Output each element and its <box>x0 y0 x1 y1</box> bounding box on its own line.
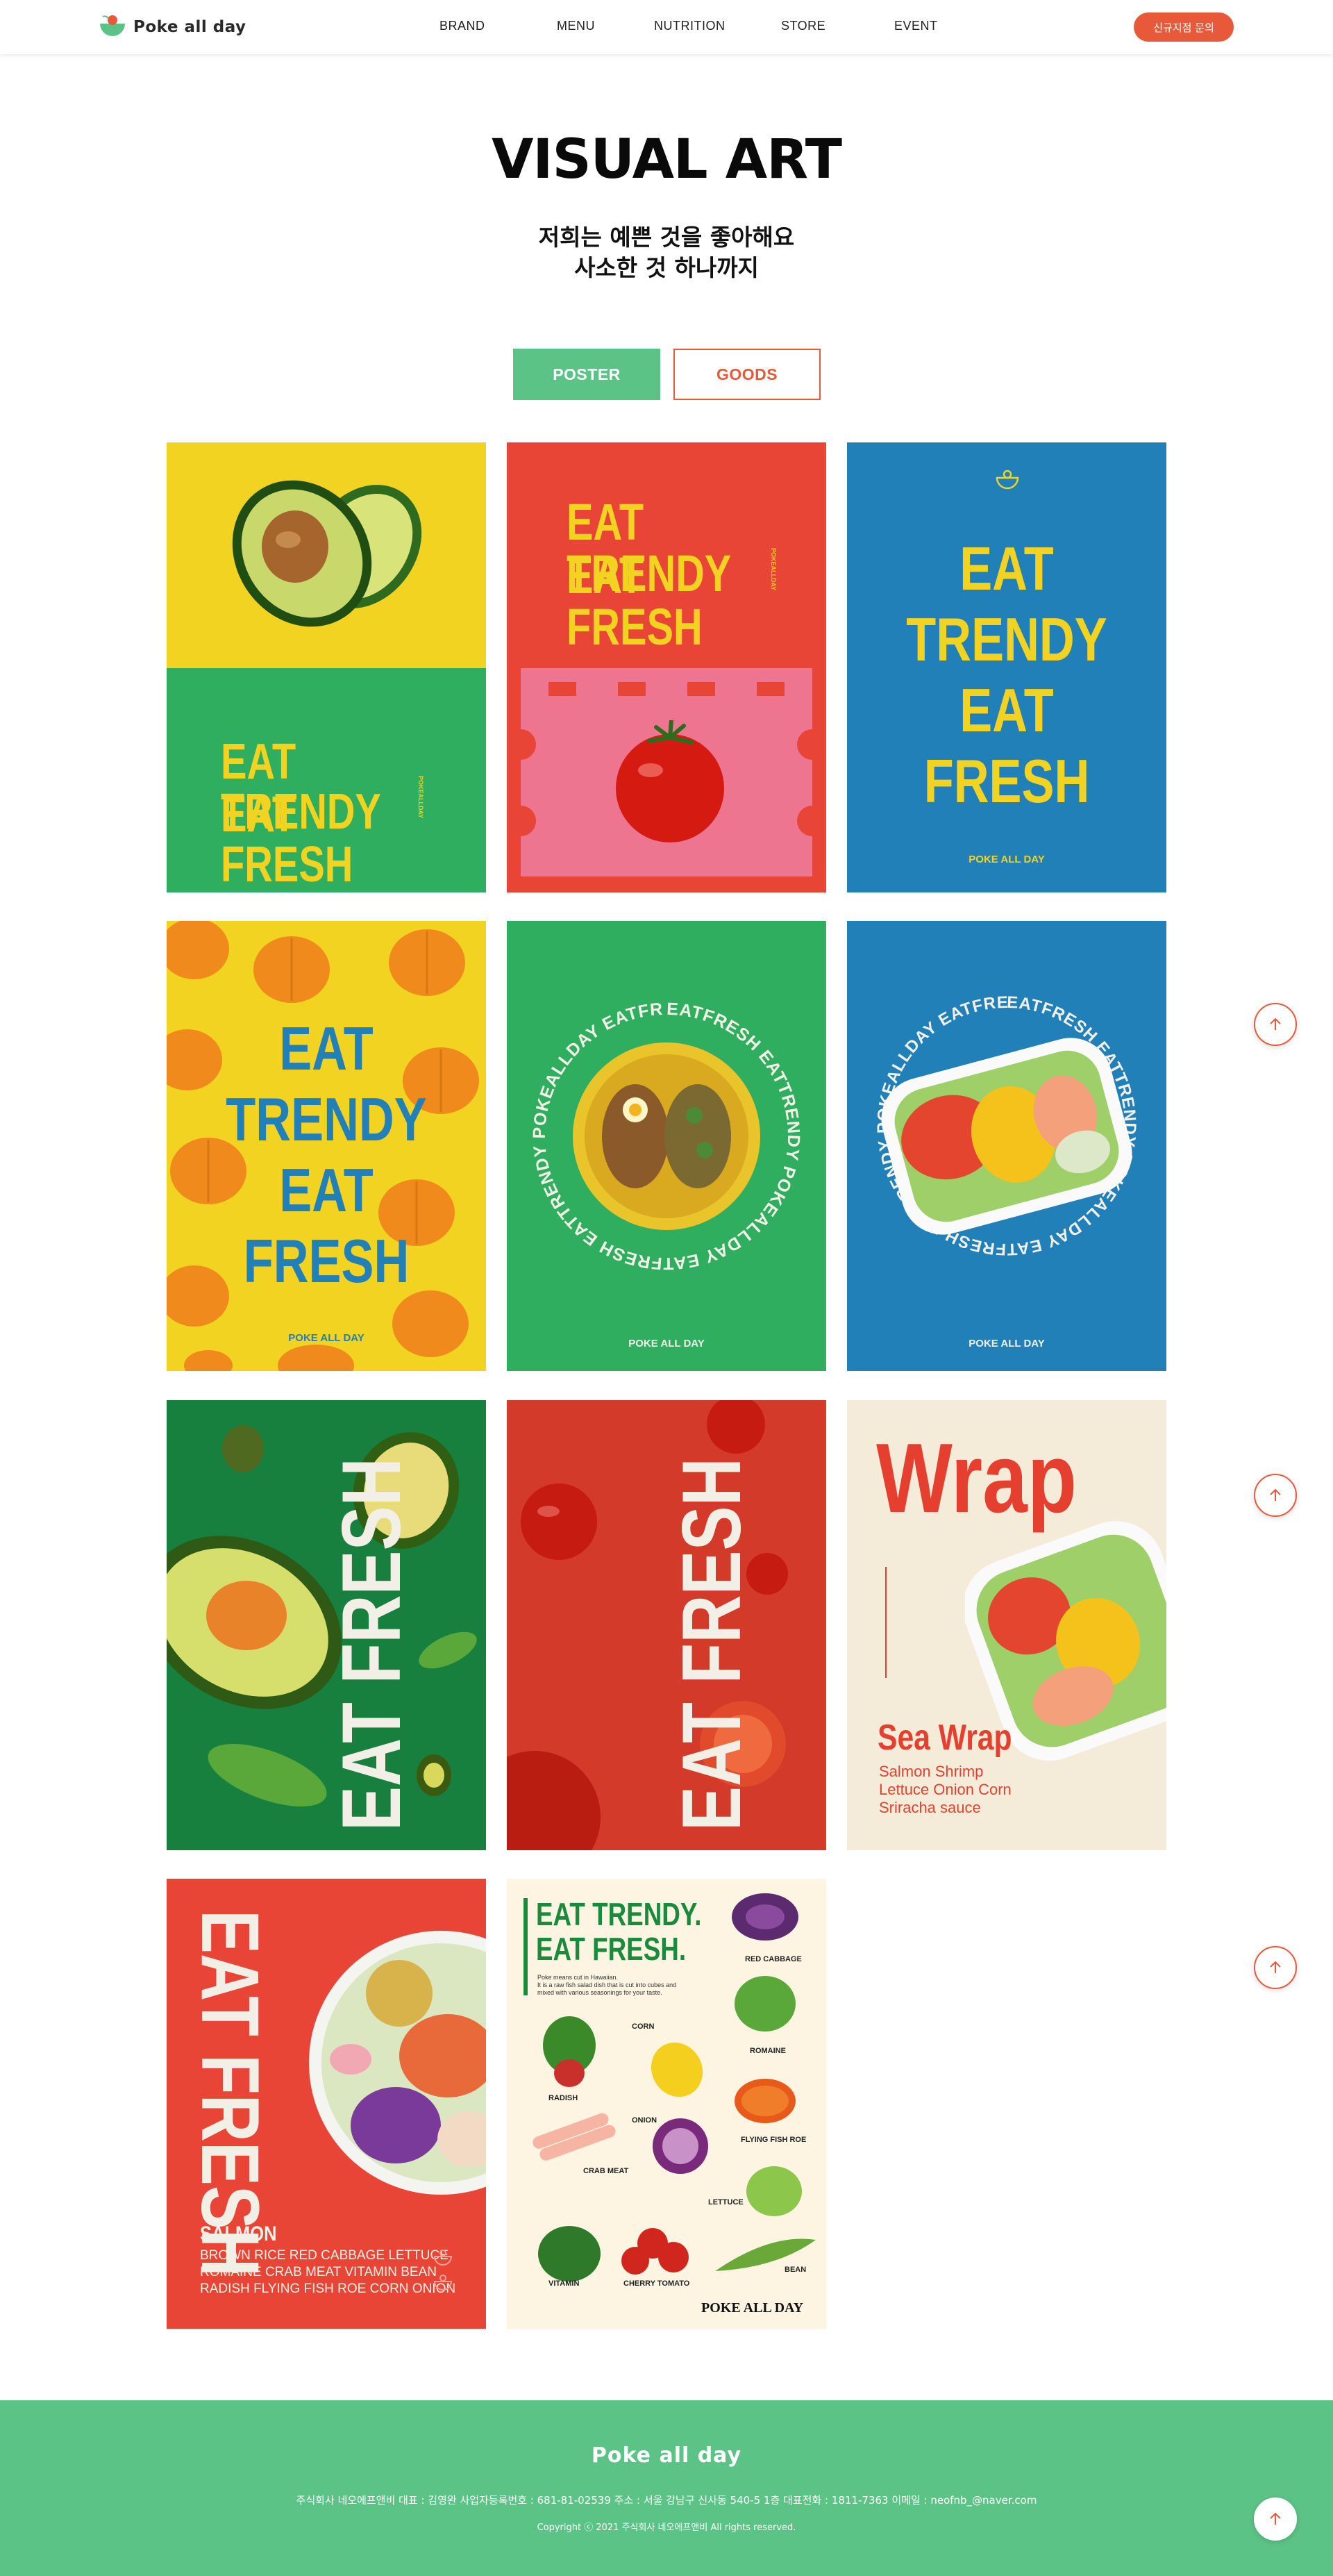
poster-brand: POKE ALL DAY <box>701 2300 804 2316</box>
poster-brand: POKE ALL DAY <box>969 854 1045 865</box>
nav-nutrition[interactable]: NUTRITION <box>654 19 726 33</box>
poster-tomato-red[interactable]: EAT TRENDY EAT FRESH POKEALLDAY <box>507 442 826 892</box>
label-radish: RADISH <box>548 2094 578 2102</box>
poke-bowl-icon <box>100 15 125 36</box>
poster-blue-salad[interactable]: EATFRESH EATTRENDY POKEALLDAY EATFRESH E… <box>847 921 1166 1371</box>
poster-green-plate[interactable]: EATFRESH EATTRENDY POKEALLDAY EATFRESH E… <box>507 921 826 1371</box>
logo-text: Poke all day <box>133 18 246 36</box>
arrow-up-icon <box>1270 2512 1281 2525</box>
arrow-up-icon <box>1270 1961 1281 1973</box>
poster-headline-2: EAT FRESH <box>567 547 703 656</box>
subtitle-line-2: 사소한 것 하나까지 <box>574 254 759 281</box>
poster-ingredients-2: Lettuce Onion Corn <box>879 1781 1012 1798</box>
poster-pumpkins[interactable]: EAT TRENDY EAT FRESH POKE ALL DAY <box>167 921 486 1371</box>
divider-line <box>885 1567 887 1678</box>
site-footer <box>0 2400 1333 2576</box>
label-romaine: ROMAINE <box>750 2047 786 2055</box>
label-red-cabbage: RED CABBAGE <box>745 1955 802 1963</box>
poster-tomato-vertical[interactable]: EAT FRESH <box>507 1400 826 1850</box>
label-onion: ONION <box>632 2116 657 2125</box>
poster-vertical-headline: EAT FRESH <box>184 1910 276 2277</box>
avocado-icon <box>232 480 422 627</box>
poster-word-1: EAT <box>279 1014 374 1083</box>
label-corn: CORN <box>632 2022 655 2031</box>
label-vitamin: VITAMIN <box>548 2279 580 2288</box>
poster-ingredients-1: Salmon Shrimp <box>879 1763 984 1780</box>
poster-ingredients-2: ROMAINE CRAB MEAT VITAMIN BEAN <box>200 2265 437 2279</box>
poster-vertical-headline: EAT FRESH <box>665 1458 758 1831</box>
salad-ring-graphic: EATFRESH EATTRENDY POKEALLDAY EATFRESH E… <box>847 921 1139 1258</box>
nav-store[interactable]: STORE <box>781 19 825 33</box>
salmon-bowl-icon <box>309 1931 486 2195</box>
site-header: Poke all day BRAND MENU NUTRITION STORE … <box>0 0 1333 54</box>
poster-word-3: EAT <box>279 1156 374 1224</box>
poster-headline-2: EAT FRESH <box>221 787 353 892</box>
label-bean: BEAN <box>785 2266 807 2274</box>
poster-brand: POKE ALL DAY <box>969 1338 1045 1349</box>
label-crab-meat: CRAB MEAT <box>583 2167 629 2175</box>
poster-menu-name: Sea Wrap <box>878 1718 1012 1758</box>
tab-poster[interactable]: POSTER <box>513 349 660 400</box>
poster-vertical-headline: EAT FRESH <box>325 1458 418 1831</box>
poke-bowl-icon <box>996 470 1019 490</box>
poster-ingredients-3: RADISH FLYING FISH ROE CORN ONION <box>200 2282 456 2296</box>
poster-ingredients-chart[interactable]: EAT TRENDY. EAT FRESH. Poke means cut in… <box>507 1879 826 2329</box>
poster-salmon[interactable]: EAT FRESH SALMON BROWN RICE RED CABBAGE … <box>167 1879 486 2329</box>
poke-bowl-icon <box>433 2250 453 2291</box>
subtitle-line-1: 저희는 예쁜 것을 좋아해요 <box>538 224 795 251</box>
nav-event[interactable]: EVENT <box>894 19 938 33</box>
nav-menu[interactable]: MENU <box>557 19 595 33</box>
tomato-icon <box>616 720 724 842</box>
plate-ring-graphic: EATFRESH EATTRENDY POKEALLDAY EATFRESH E… <box>507 921 803 1273</box>
poster-word-2: TRENDY <box>906 605 1107 674</box>
footer-copyright: Copyright ⓒ 2021 주식회사 네오에프앤비 All rights … <box>537 2523 796 2533</box>
poster-word-3: EAT <box>959 676 1054 745</box>
poster-brand: POKE ALL DAY <box>288 1332 364 1344</box>
poster-menu-name: SALMON <box>200 2222 277 2245</box>
arrow-up-icon <box>1270 1488 1281 1501</box>
poster-ingredients-3: Sriracha sauce <box>879 1799 981 1816</box>
poster-word-4: FRESH <box>923 747 1090 815</box>
label-cherry-tomato: CHERRY TOMATO <box>623 2279 690 2288</box>
footer-company-info: 주식회사 네오에프앤비 대표 : 김영완 사업자등록번호 : 681-81-02… <box>296 2494 1037 2507</box>
page-title: VISUAL ART <box>492 128 842 191</box>
new-store-inquiry-button[interactable]: 신규지점 문의 <box>1134 13 1234 42</box>
footer-logo: Poke all day <box>591 2443 742 2468</box>
scroll-top-button[interactable] <box>1254 1946 1297 1989</box>
poster-blue-text[interactable]: EAT TRENDY EAT FRESH POKE ALL DAY <box>847 442 1166 892</box>
poster-word-2: TRENDY <box>226 1085 427 1154</box>
poster-avocado-green[interactable]: EAT FRESH <box>167 1400 486 1850</box>
scroll-top-button[interactable] <box>1254 2498 1297 2541</box>
scroll-top-button[interactable] <box>1254 1474 1297 1517</box>
label-flying-fish-roe: FLYING FISH ROE <box>741 2136 807 2144</box>
tab-goods[interactable]: GOODS <box>673 349 821 400</box>
nav-brand[interactable]: BRAND <box>439 19 485 33</box>
poster-word-1: EAT <box>959 534 1054 603</box>
poster-brand: POKE ALL DAY <box>628 1338 705 1349</box>
logo[interactable]: Poke all day <box>99 14 246 40</box>
poster-avocado-split[interactable]: EAT TRENDY EAT FRESH POKEALLDAY <box>167 442 486 892</box>
poster-ingredients-1: BROWN RICE RED CABBAGE LETTUCE <box>200 2248 448 2263</box>
arrow-up-icon <box>1270 1017 1281 1030</box>
scroll-top-button[interactable] <box>1254 1003 1297 1046</box>
label-lettuce: LETTUCE <box>708 2198 744 2207</box>
poster-sea-wrap[interactable]: Wrap Sea Wrap Salmon Shrimp Lettuce Onio… <box>847 1400 1166 1850</box>
poster-side-text: POKEALLDAY <box>770 548 777 591</box>
vegetables-illustration <box>533 1893 816 2282</box>
poster-word-4: FRESH <box>243 1227 410 1295</box>
poster-side-text: POKEALLDAY <box>417 776 424 819</box>
